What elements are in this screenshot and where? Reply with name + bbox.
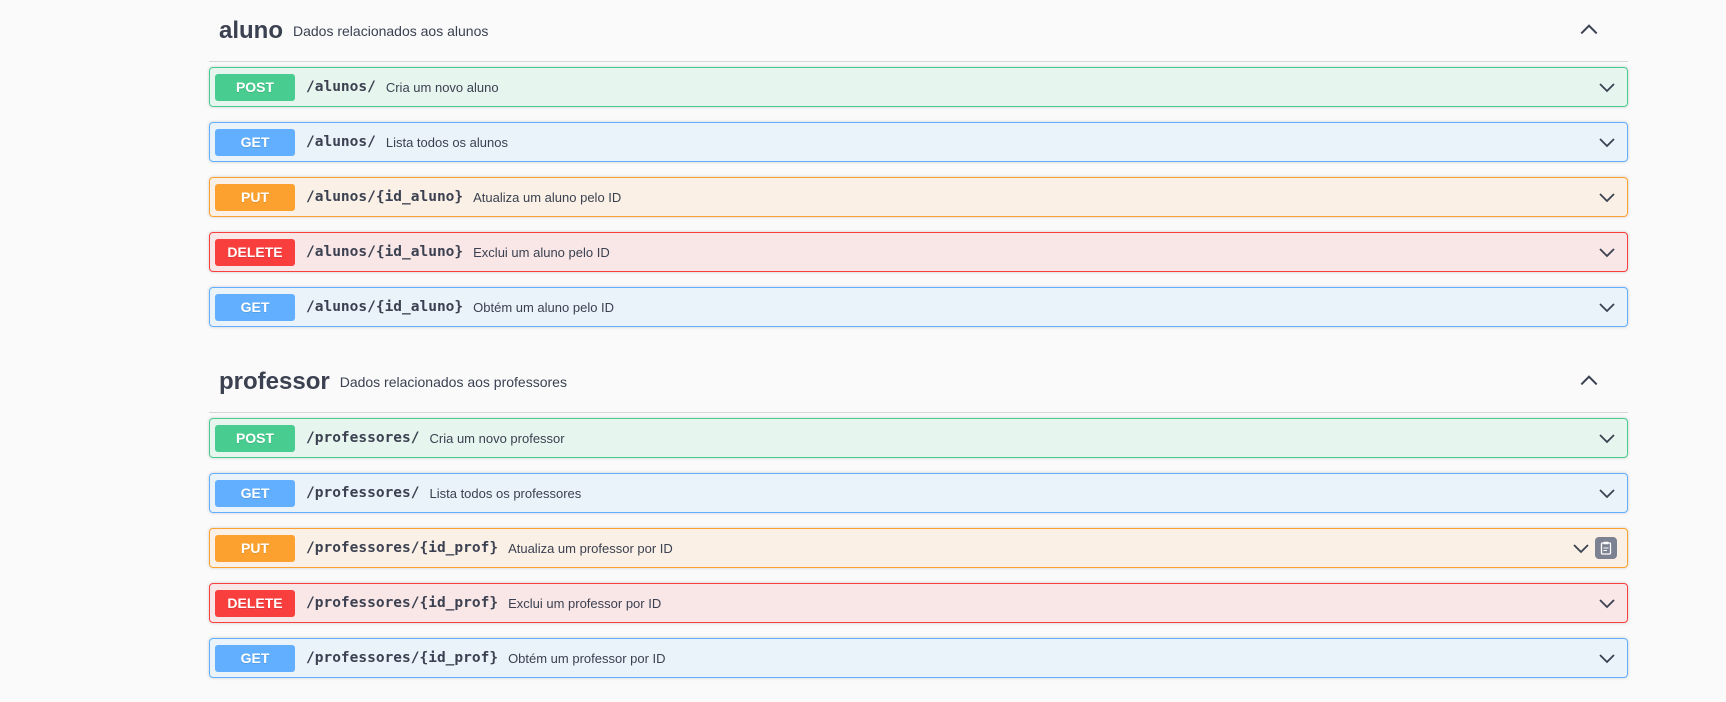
chevron-down-icon[interactable]	[1597, 133, 1617, 153]
operation-get-professores[interactable]: GET /professores/ Lista todos os profess…	[209, 473, 1628, 513]
chevron-up-icon[interactable]	[1578, 369, 1600, 391]
method-badge: PUT	[215, 183, 295, 211]
method-badge: GET	[215, 293, 295, 321]
operation-summary: Lista todos os alunos	[385, 134, 508, 150]
chevron-down-icon[interactable]	[1597, 243, 1617, 263]
method-badge: DELETE	[215, 238, 295, 266]
operation-put-professor[interactable]: PUT /professores/{id_prof} Atualiza um p…	[209, 528, 1628, 568]
method-badge: POST	[215, 73, 295, 101]
chevron-down-icon[interactable]	[1571, 539, 1591, 559]
method-badge: GET	[215, 644, 295, 672]
operation-post-professores[interactable]: POST /professores/ Cria um novo professo…	[209, 418, 1628, 458]
api-operations-list: aluno Dados relacionados aos alunos POST…	[209, 0, 1628, 702]
chevron-down-icon[interactable]	[1597, 594, 1617, 614]
operation-path: /alunos/{id_aluno}	[306, 244, 464, 260]
tag-header-aluno[interactable]: aluno Dados relacionados aos alunos	[209, 0, 1628, 62]
operation-path: /alunos/{id_aluno}	[306, 299, 464, 315]
tag-section-aluno: aluno Dados relacionados aos alunos POST…	[209, 0, 1628, 327]
operation-summary: Exclui um aluno pelo ID	[473, 244, 610, 260]
operation-get-professor[interactable]: GET /professores/{id_prof} Obtém um prof…	[209, 638, 1628, 678]
operation-summary: Obtém um aluno pelo ID	[473, 299, 615, 315]
tag-header-professor[interactable]: professor Dados relacionados aos profess…	[209, 351, 1628, 413]
operation-post-alunos[interactable]: POST /alunos/ Cria um novo aluno	[209, 67, 1628, 107]
operation-path: /professores/	[306, 430, 420, 446]
operation-path: /professores/{id_prof}	[306, 650, 499, 666]
operation-path: /professores/	[306, 485, 420, 501]
clipboard-icon[interactable]	[1595, 537, 1617, 559]
method-badge: PUT	[215, 534, 295, 562]
tag-name: aluno	[219, 16, 283, 44]
operation-path: /alunos/{id_aluno}	[306, 189, 464, 205]
operation-summary: Atualiza um professor por ID	[508, 540, 673, 556]
chevron-down-icon[interactable]	[1597, 649, 1617, 669]
operation-summary: Exclui um professor por ID	[508, 595, 662, 611]
operation-path: /alunos/	[306, 79, 376, 95]
chevron-down-icon[interactable]	[1597, 188, 1617, 208]
chevron-down-icon[interactable]	[1597, 298, 1617, 318]
operation-summary: Obtém um professor por ID	[508, 650, 666, 666]
operation-get-aluno[interactable]: GET /alunos/{id_aluno} Obtém um aluno pe…	[209, 287, 1628, 327]
operation-put-aluno[interactable]: PUT /alunos/{id_aluno} Atualiza um aluno…	[209, 177, 1628, 217]
tag-section-professor: professor Dados relacionados aos profess…	[209, 351, 1628, 678]
method-badge: GET	[215, 128, 295, 156]
operation-summary: Cria um novo professor	[429, 430, 565, 446]
chevron-up-icon[interactable]	[1578, 18, 1600, 40]
operation-summary: Atualiza um aluno pelo ID	[473, 189, 622, 205]
operation-delete-professor[interactable]: DELETE /professores/{id_prof} Exclui um …	[209, 583, 1628, 623]
method-badge: POST	[215, 424, 295, 452]
method-badge: GET	[215, 479, 295, 507]
operation-path: /professores/{id_prof}	[306, 540, 499, 556]
operation-summary: Lista todos os professores	[429, 485, 582, 501]
operation-get-alunos[interactable]: GET /alunos/ Lista todos os alunos	[209, 122, 1628, 162]
chevron-down-icon[interactable]	[1597, 484, 1617, 504]
tag-description: Dados relacionados aos alunos	[293, 22, 489, 39]
method-badge: DELETE	[215, 589, 295, 617]
tag-description: Dados relacionados aos professores	[339, 373, 567, 390]
operation-delete-aluno[interactable]: DELETE /alunos/{id_aluno} Exclui um alun…	[209, 232, 1628, 272]
tag-name: professor	[219, 367, 330, 395]
operation-summary: Cria um novo aluno	[385, 79, 499, 95]
chevron-down-icon[interactable]	[1597, 78, 1617, 98]
operation-path: /professores/{id_prof}	[306, 595, 499, 611]
operation-path: /alunos/	[306, 134, 376, 150]
chevron-down-icon[interactable]	[1597, 429, 1617, 449]
